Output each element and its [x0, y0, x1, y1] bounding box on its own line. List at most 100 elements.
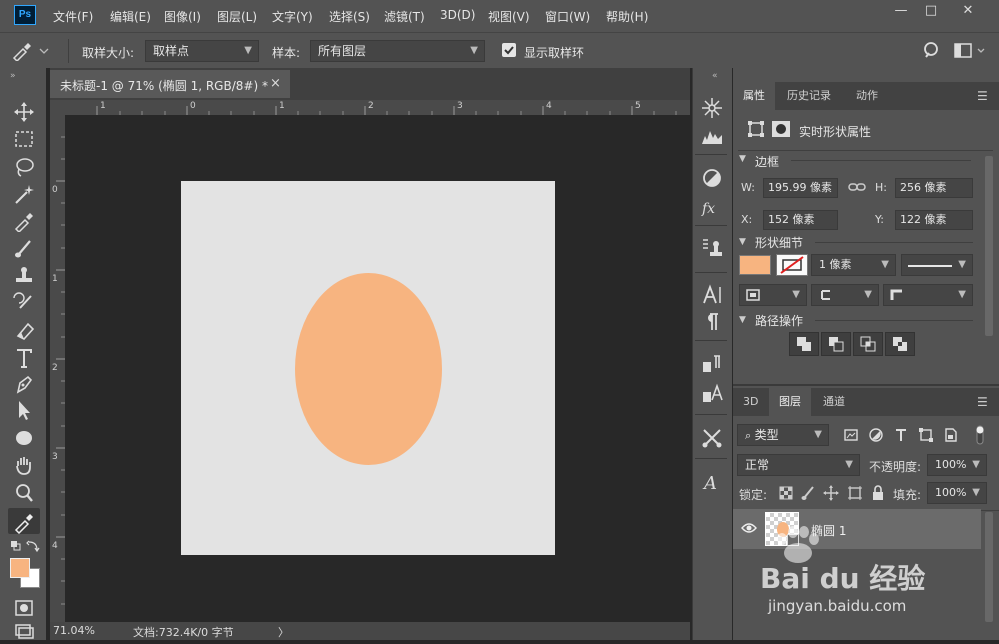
panel-menu-icon[interactable]: ☰ [977, 395, 988, 409]
y-input[interactable]: 122 像素 [895, 210, 973, 230]
paragraph-styles-icon[interactable] [700, 352, 724, 376]
history-brush-icon[interactable] [10, 290, 38, 314]
x-input[interactable]: 152 像素 [763, 210, 838, 230]
character-styles-icon[interactable] [700, 382, 724, 406]
menu-3d[interactable]: 3D(D) [440, 8, 475, 22]
link-icon[interactable] [848, 180, 866, 194]
eyedropper-tool-preset-icon[interactable] [10, 41, 50, 61]
path-selection-tool-icon[interactable] [10, 398, 38, 422]
menu-image[interactable]: 图像(I) [164, 8, 201, 25]
stamp-tool-icon[interactable] [10, 263, 38, 287]
histogram-icon[interactable] [700, 124, 724, 148]
chevron-down-icon[interactable]: ▼ [739, 154, 746, 164]
hand-tool-icon[interactable] [10, 453, 38, 477]
lock-transparent-icon[interactable] [779, 486, 793, 500]
menu-help[interactable]: 帮助(H) [606, 8, 648, 25]
stroke-color-swatch[interactable] [776, 254, 808, 276]
close-button[interactable]: ✕ [955, 2, 981, 20]
styles-fx-icon[interactable]: fx [700, 196, 724, 220]
chevron-down-icon[interactable]: ▼ [739, 237, 746, 247]
blend-mode-dropdown[interactable]: 正常 ▼ [737, 454, 860, 476]
eyedropper-icon[interactable] [10, 208, 38, 232]
paragraph-icon[interactable] [700, 310, 724, 334]
photoshop-logo[interactable]: Ps [14, 5, 36, 25]
tab-history[interactable]: 历史记录 [777, 82, 841, 110]
foreground-color-swatch[interactable] [10, 558, 30, 578]
move-tool-icon[interactable] [10, 100, 38, 124]
eyedropper-tool-active[interactable] [8, 508, 40, 534]
eraser-tool-icon[interactable] [10, 318, 38, 342]
menu-file[interactable]: 文件(F) [53, 8, 93, 25]
tab-3d[interactable]: 3D [733, 388, 768, 416]
stroke-caps-dropdown[interactable]: ▼ [811, 284, 879, 306]
close-tab-icon[interactable]: × [270, 76, 281, 91]
menu-edit[interactable]: 编辑(E) [110, 8, 151, 25]
properties-scrollbar[interactable] [985, 156, 993, 336]
filter-adjustment-icon[interactable] [868, 427, 884, 443]
menu-layer[interactable]: 图层(L) [217, 8, 257, 25]
clone-source-icon[interactable] [700, 236, 724, 260]
tool-presets-icon[interactable] [700, 426, 724, 450]
filter-toggle-switch[interactable] [973, 424, 987, 446]
sample-dropdown[interactable]: 所有图层 ▼ [310, 40, 485, 62]
sample-size-dropdown[interactable]: 取样点 ▼ [145, 40, 259, 62]
lock-pixels-icon[interactable] [801, 485, 815, 501]
ellipse-tool-icon[interactable] [10, 426, 38, 450]
pen-tool-icon[interactable] [10, 372, 38, 396]
lock-position-icon[interactable] [823, 485, 839, 501]
lasso-tool-icon[interactable] [10, 155, 38, 179]
lock-artboard-icon[interactable] [847, 485, 863, 501]
document-tab[interactable]: 未标题-1 @ 71% (椭圆 1, RGB/8#) * × [50, 70, 290, 98]
panel-menu-icon[interactable]: ☰ [977, 89, 988, 103]
menu-type[interactable]: 文字(Y) [272, 8, 313, 25]
lock-all-icon[interactable] [871, 485, 885, 501]
search-icon[interactable] [922, 41, 942, 61]
opacity-input[interactable]: 100% ▼ [927, 454, 987, 476]
magic-wand-tool-icon[interactable] [10, 182, 38, 206]
orange-ellipse-shape[interactable] [295, 273, 442, 465]
tab-channels[interactable]: 通道 [813, 388, 855, 416]
stroke-corners-dropdown[interactable]: ▼ [883, 284, 973, 306]
stroke-align-dropdown[interactable]: ▼ [739, 284, 807, 306]
marquee-tool-icon[interactable] [10, 127, 38, 151]
chevron-down-icon[interactable]: ▼ [739, 315, 746, 325]
layer-filter-dropdown[interactable]: ⌕ 类型 ▼ [737, 424, 829, 446]
zoom-tool-icon[interactable] [10, 481, 38, 505]
menu-window[interactable]: 窗口(W) [545, 8, 590, 25]
navigator-icon[interactable] [700, 96, 724, 120]
menu-filter[interactable]: 滤镜(T) [384, 8, 425, 25]
glyphs-icon[interactable]: A [700, 470, 724, 494]
stroke-type-dropdown[interactable]: ▼ [901, 254, 973, 276]
tab-properties[interactable]: 属性 [733, 82, 775, 110]
exclude-shapes-button[interactable] [885, 332, 915, 356]
zoom-level[interactable]: 71.04% [53, 624, 95, 637]
status-menu-arrow-icon[interactable]: 〉 [278, 624, 289, 640]
restore-button[interactable]: □ [918, 2, 944, 20]
layers-scrollbar[interactable] [985, 512, 993, 622]
collapse-arrows-icon[interactable]: « [712, 71, 718, 81]
tab-actions[interactable]: 动作 [846, 82, 888, 110]
width-input[interactable]: 195.99 像素 [763, 178, 838, 198]
collapse-arrows-icon[interactable]: » [10, 71, 16, 81]
menu-view[interactable]: 视图(V) [488, 8, 530, 25]
subtract-shapes-button[interactable] [821, 332, 851, 356]
quick-mask-icon[interactable] [10, 596, 38, 620]
screen-mode-icon[interactable] [10, 620, 38, 644]
intersect-shapes-button[interactable] [853, 332, 883, 356]
filter-smart-object-icon[interactable] [943, 427, 959, 443]
type-tool-icon[interactable] [10, 346, 38, 370]
workspace-icon[interactable] [954, 41, 986, 61]
stroke-width-dropdown[interactable]: 1 像素 ▼ [811, 254, 896, 276]
menu-select[interactable]: 选择(S) [329, 8, 370, 25]
minimize-button[interactable]: — [888, 2, 914, 20]
adjustments-icon[interactable] [700, 166, 724, 190]
tab-layers[interactable]: 图层 [769, 388, 811, 416]
fill-color-swatch[interactable] [739, 255, 771, 275]
document-canvas[interactable] [181, 181, 555, 555]
height-input[interactable]: 256 像素 [895, 178, 973, 198]
default-colors-icon[interactable] [10, 540, 40, 554]
fill-input[interactable]: 100% ▼ [927, 482, 987, 504]
filter-type-icon[interactable] [893, 427, 909, 443]
show-ring-checkbox[interactable] [502, 43, 516, 57]
combine-shapes-button[interactable] [789, 332, 819, 356]
